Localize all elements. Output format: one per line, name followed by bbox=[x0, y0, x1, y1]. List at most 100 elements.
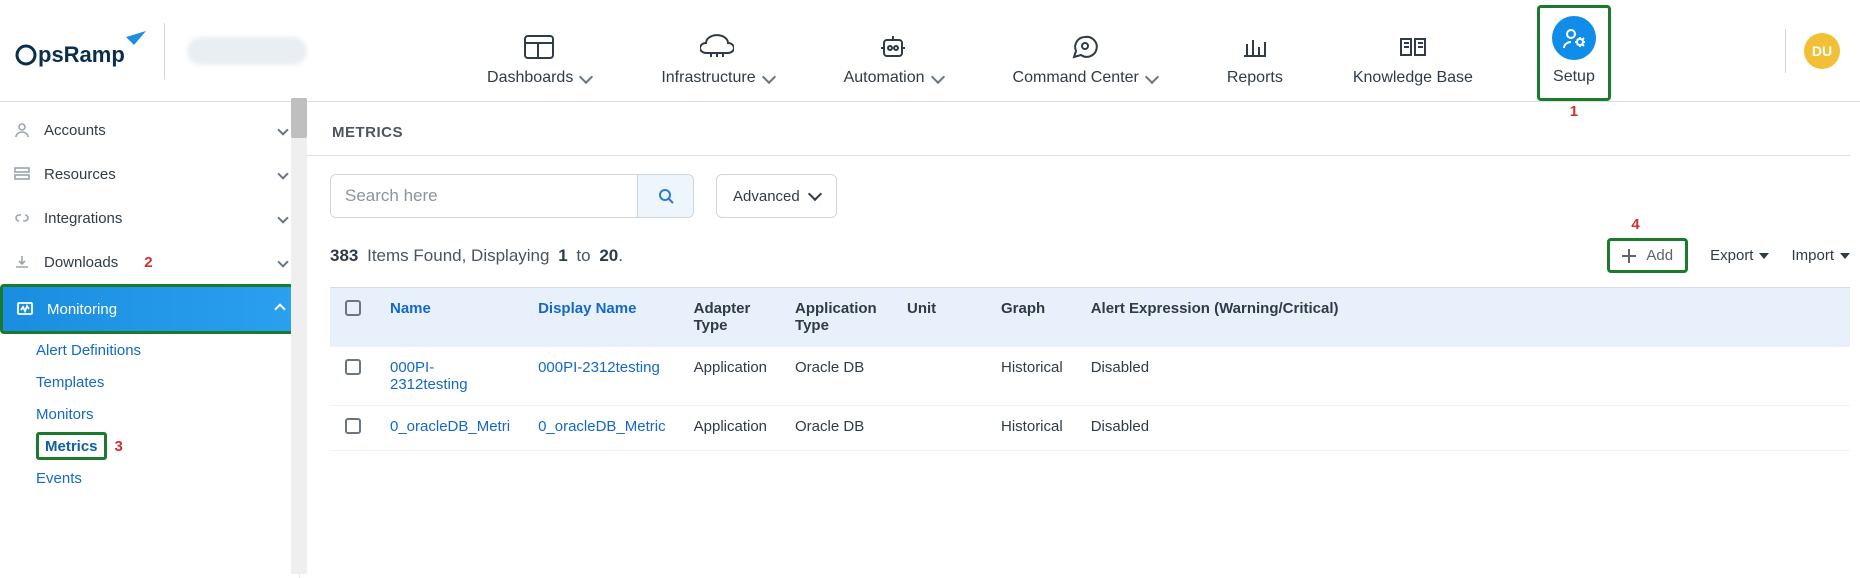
topbar-right: DU bbox=[1785, 0, 1846, 101]
user-avatar[interactable]: DU bbox=[1804, 33, 1840, 69]
brand: psRamp bbox=[8, 0, 307, 101]
sidebar-item-label: Integrations bbox=[44, 210, 122, 227]
scrollbar-thumb[interactable] bbox=[291, 98, 307, 138]
sidebar-item-monitoring-outline: Monitoring bbox=[0, 284, 299, 334]
cell-adapter-type: Application bbox=[680, 347, 781, 406]
import-button[interactable]: Import bbox=[1791, 247, 1850, 264]
nav-infrastructure[interactable]: Infrastructure bbox=[655, 21, 779, 101]
import-label: Import bbox=[1791, 247, 1834, 264]
advanced-button[interactable]: Advanced bbox=[716, 174, 837, 218]
cell-unit bbox=[893, 347, 987, 406]
setup-sidebar: Accounts Resources Integrations Download… bbox=[0, 102, 300, 578]
nav-automation[interactable]: Automation bbox=[838, 21, 949, 101]
table-row: 0_oracleDB_Metri 0_oracleDB_Metric Appli… bbox=[330, 406, 1850, 451]
page-title: METRICS bbox=[332, 124, 1850, 141]
col-alert-expression[interactable]: Alert Expression (Warning/Critical) bbox=[1077, 288, 1850, 347]
cell-alert-expr: Disabled bbox=[1077, 406, 1850, 451]
caret-down-icon bbox=[1759, 253, 1769, 259]
sidebar-item-integrations[interactable]: Integrations bbox=[0, 196, 299, 240]
search-box bbox=[330, 174, 694, 218]
results-count: 383 Items Found, Displaying 1 to 20. bbox=[330, 246, 623, 266]
col-name[interactable]: Name bbox=[390, 300, 431, 317]
chevron-down-icon bbox=[930, 70, 944, 84]
chevron-down-icon bbox=[1145, 70, 1159, 84]
row-checkbox[interactable] bbox=[345, 359, 361, 375]
nav-label: Dashboards bbox=[487, 69, 573, 87]
submenu-templates[interactable]: Templates bbox=[36, 366, 299, 398]
sidebar-item-downloads[interactable]: Downloads 2 bbox=[0, 240, 299, 284]
nav-label: Setup bbox=[1553, 68, 1595, 86]
metric-display-name-link[interactable]: 0_oracleDB_Metric bbox=[538, 418, 666, 435]
nav-command-center[interactable]: Command Center bbox=[1007, 21, 1163, 101]
count-mid: Items Found, Displaying bbox=[367, 246, 549, 265]
cell-graph: Historical bbox=[987, 347, 1077, 406]
primary-nav: Dashboards Infrastructure Automation Com… bbox=[307, 0, 1785, 101]
cell-alert-expr: Disabled bbox=[1077, 347, 1850, 406]
dashboards-icon bbox=[521, 33, 557, 61]
divider bbox=[164, 23, 165, 79]
plus-icon bbox=[1622, 249, 1636, 263]
submenu-metrics[interactable]: Metrics bbox=[45, 430, 98, 462]
sidebar-item-monitoring[interactable]: Monitoring bbox=[3, 287, 296, 331]
export-label: Export bbox=[1710, 247, 1753, 264]
col-unit[interactable]: Unit bbox=[893, 288, 987, 347]
row-checkbox[interactable] bbox=[345, 418, 361, 434]
sidebar-item-accounts[interactable]: Accounts bbox=[0, 108, 299, 152]
nav-label: Automation bbox=[844, 69, 925, 87]
metric-name-link[interactable]: 0_oracleDB_Metri bbox=[390, 418, 510, 435]
sidebar-item-resources[interactable]: Resources bbox=[0, 152, 299, 196]
export-button[interactable]: Export bbox=[1710, 247, 1769, 264]
select-all-checkbox[interactable] bbox=[345, 300, 361, 316]
nav-label: Infrastructure bbox=[661, 69, 755, 87]
monitoring-submenu: Alert Definitions Templates Monitors Met… bbox=[0, 334, 299, 494]
downloads-icon bbox=[12, 253, 32, 271]
count-to-word: to bbox=[576, 246, 590, 265]
submenu-monitors[interactable]: Monitors bbox=[36, 398, 299, 430]
topbar: psRamp Dashboards Infrastructure bbox=[0, 0, 1860, 102]
monitoring-icon bbox=[15, 300, 35, 318]
sidebar-item-label: Accounts bbox=[44, 122, 106, 139]
cell-adapter-type: Application bbox=[680, 406, 781, 451]
submenu-alert-definitions[interactable]: Alert Definitions bbox=[36, 334, 299, 366]
metrics-table: Name Display Name Adapter Type Applicati… bbox=[330, 287, 1850, 451]
svg-text:psRamp: psRamp bbox=[38, 42, 125, 67]
content: METRICS Advanced 383 Items Found, Displa… bbox=[300, 102, 1860, 578]
sidebar-item-label: Downloads bbox=[44, 254, 118, 271]
add-label: Add bbox=[1646, 247, 1673, 264]
chevron-down-icon bbox=[277, 256, 288, 267]
metric-display-name-link[interactable]: 000PI-2312testing bbox=[538, 359, 660, 376]
col-graph[interactable]: Graph bbox=[987, 288, 1077, 347]
nav-label: Knowledge Base bbox=[1353, 69, 1473, 87]
col-display-name[interactable]: Display Name bbox=[538, 300, 636, 317]
cell-application-type: Oracle DB bbox=[781, 347, 893, 406]
chevron-down-icon bbox=[277, 212, 288, 223]
chevron-down-icon bbox=[762, 70, 776, 84]
count-total: 383 bbox=[330, 246, 358, 265]
nav-reports[interactable]: Reports bbox=[1221, 21, 1289, 101]
knowledge-base-icon bbox=[1395, 33, 1431, 61]
table-row: 000PI-2312testing 000PI-2312testing Appl… bbox=[330, 347, 1850, 406]
nav-label: Reports bbox=[1227, 69, 1283, 87]
col-application-type[interactable]: Application Type bbox=[781, 288, 893, 347]
nav-label: Command Center bbox=[1013, 69, 1139, 87]
add-button[interactable]: Add bbox=[1607, 238, 1688, 273]
annotation-1: 1 bbox=[1570, 103, 1578, 120]
integrations-icon bbox=[12, 209, 32, 227]
metric-name-link[interactable]: 000PI-2312testing bbox=[390, 359, 468, 393]
search-icon bbox=[657, 187, 675, 205]
nav-dashboards[interactable]: Dashboards bbox=[481, 21, 597, 101]
col-adapter-type[interactable]: Adapter Type bbox=[680, 288, 781, 347]
submenu-events[interactable]: Events bbox=[36, 462, 299, 494]
automation-icon bbox=[875, 33, 911, 61]
search-button[interactable] bbox=[637, 175, 693, 217]
chevron-up-icon bbox=[274, 303, 285, 314]
chevron-down-icon bbox=[277, 168, 288, 179]
setup-icon bbox=[1552, 16, 1596, 60]
sidebar-item-label: Resources bbox=[44, 166, 116, 183]
divider bbox=[300, 155, 1850, 156]
scrollbar-track[interactable] bbox=[291, 98, 307, 574]
nav-knowledge-base[interactable]: Knowledge Base bbox=[1347, 21, 1479, 101]
infrastructure-icon bbox=[699, 33, 735, 61]
nav-setup[interactable]: Setup 1 bbox=[1537, 5, 1611, 101]
search-input[interactable] bbox=[331, 175, 637, 217]
